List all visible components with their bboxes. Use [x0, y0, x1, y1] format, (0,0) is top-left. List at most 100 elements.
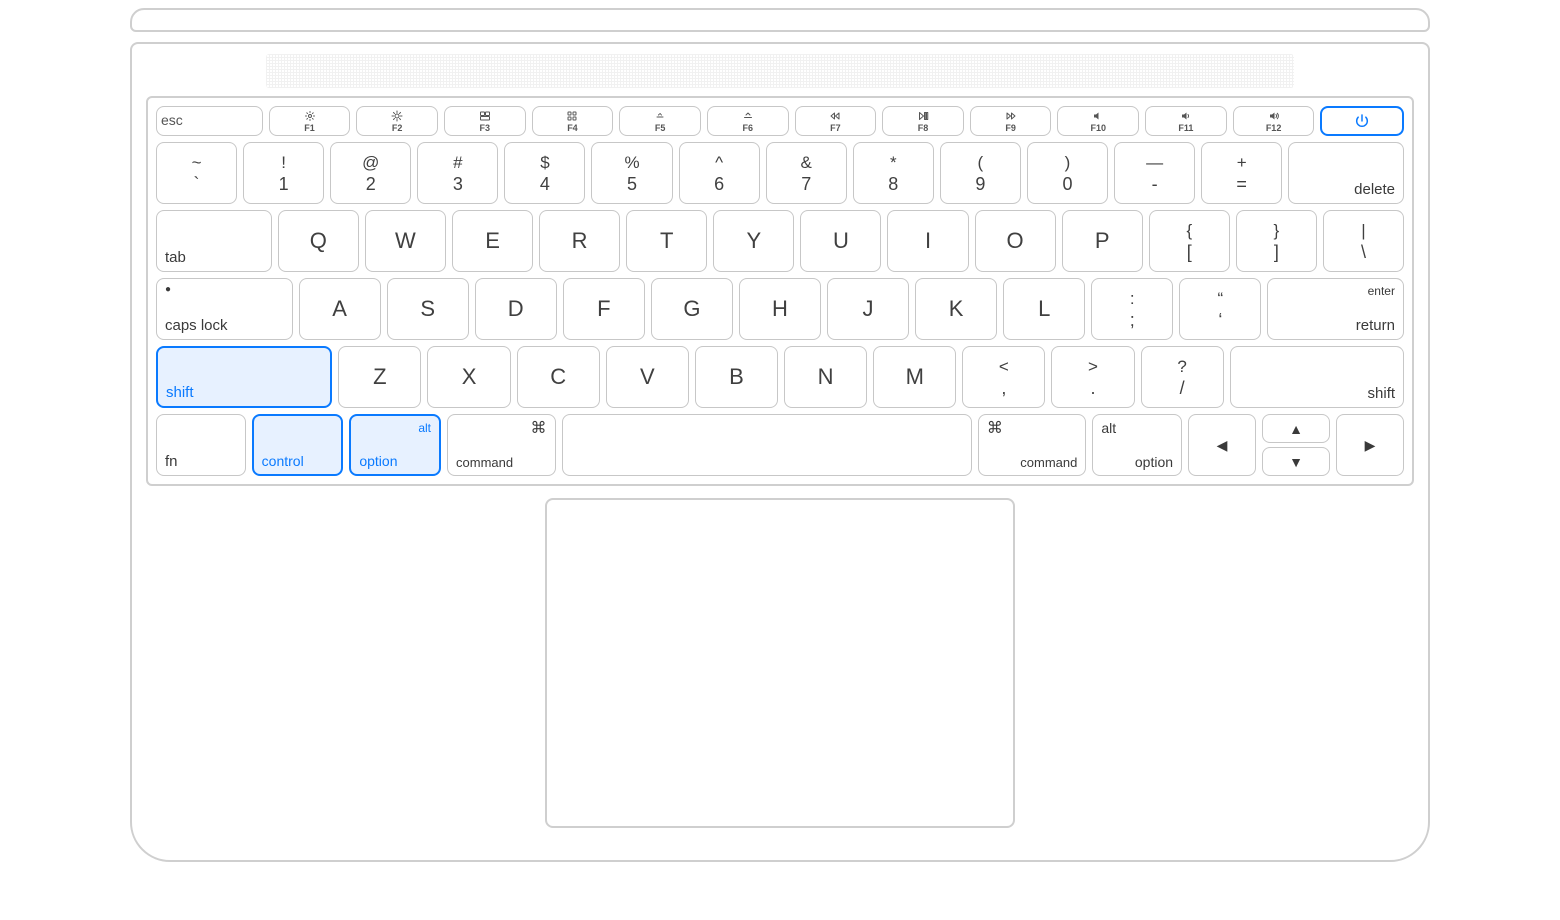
- f3-key[interactable]: F3: [444, 106, 526, 136]
- num-key-9[interactable]: (9: [940, 142, 1021, 204]
- shift-right-key[interactable]: shift: [1230, 346, 1404, 408]
- f10-key[interactable]: F10: [1057, 106, 1139, 136]
- key-r[interactable]: R: [539, 210, 620, 272]
- key-upper: #: [453, 154, 462, 171]
- key-f[interactable]: F: [563, 278, 645, 340]
- command-right-key[interactable]: ⌘ command: [978, 414, 1087, 476]
- f8-key[interactable]: F8: [882, 106, 964, 136]
- num-key-4[interactable]: $4: [504, 142, 585, 204]
- key-letter: D: [476, 279, 556, 339]
- punct4-key-2[interactable]: ?/: [1141, 346, 1224, 408]
- key-t[interactable]: T: [626, 210, 707, 272]
- key-k[interactable]: K: [915, 278, 997, 340]
- key-e[interactable]: E: [452, 210, 533, 272]
- control-left-key[interactable]: control: [252, 414, 344, 476]
- capslock-label: caps lock: [165, 318, 228, 333]
- key-a[interactable]: A: [299, 278, 381, 340]
- delete-key[interactable]: delete: [1288, 142, 1404, 204]
- key-o[interactable]: O: [975, 210, 1056, 272]
- key-g[interactable]: G: [651, 278, 733, 340]
- key-q[interactable]: Q: [278, 210, 359, 272]
- f5-key[interactable]: F5: [619, 106, 701, 136]
- power-key[interactable]: [1320, 106, 1404, 136]
- key-letter: V: [607, 347, 688, 407]
- num-key-10[interactable]: )0: [1027, 142, 1108, 204]
- key-y[interactable]: Y: [713, 210, 794, 272]
- fn-key[interactable]: fn: [156, 414, 246, 476]
- key-v[interactable]: V: [606, 346, 689, 408]
- arrow-right-key[interactable]: ▶: [1336, 414, 1404, 476]
- key-letter: O: [976, 211, 1055, 271]
- f9-key[interactable]: F9: [970, 106, 1052, 136]
- key-lower: /: [1180, 379, 1185, 397]
- f7-key[interactable]: F7: [795, 106, 877, 136]
- key-lower: 3: [453, 175, 463, 193]
- f2-key[interactable]: F2: [356, 106, 438, 136]
- trackpad[interactable]: [545, 498, 1015, 828]
- return-key[interactable]: enter return: [1267, 278, 1404, 340]
- punct4-key-1[interactable]: >.: [1051, 346, 1134, 408]
- f12-key[interactable]: F12: [1233, 106, 1315, 136]
- arrow-down-key[interactable]: ▼: [1262, 447, 1330, 476]
- key-m[interactable]: M: [873, 346, 956, 408]
- num-key-1[interactable]: !1: [243, 142, 324, 204]
- punct4-key-0[interactable]: <,: [962, 346, 1045, 408]
- bracket-key-1[interactable]: }]: [1236, 210, 1317, 272]
- key-h[interactable]: H: [739, 278, 821, 340]
- punct3-key-0[interactable]: :;: [1091, 278, 1173, 340]
- key-d[interactable]: D: [475, 278, 557, 340]
- f1-key[interactable]: F1: [269, 106, 351, 136]
- key-p[interactable]: P: [1062, 210, 1143, 272]
- key-n[interactable]: N: [784, 346, 867, 408]
- num-key-6[interactable]: ^6: [679, 142, 760, 204]
- keyboard-bright-icon: [741, 110, 755, 122]
- capslock-key[interactable]: ● caps lock: [156, 278, 293, 340]
- key-letter: T: [627, 211, 706, 271]
- command-left-key[interactable]: ⌘ command: [447, 414, 556, 476]
- arrow-left-key[interactable]: ◀: [1188, 414, 1256, 476]
- key-upper: +: [1237, 154, 1247, 171]
- spacebar-key[interactable]: [562, 414, 972, 476]
- key-upper: :: [1130, 290, 1135, 307]
- bracket-key-0[interactable]: {[: [1149, 210, 1230, 272]
- shift-left-key[interactable]: shift: [156, 346, 332, 408]
- arrow-up-key[interactable]: ▲: [1262, 414, 1330, 443]
- f4-key[interactable]: F4: [532, 106, 614, 136]
- key-b[interactable]: B: [695, 346, 778, 408]
- f11-key[interactable]: F11: [1145, 106, 1227, 136]
- zxcv-row: shift ZXCVBNM <,>.?/ shift: [156, 346, 1404, 408]
- key-l[interactable]: L: [1003, 278, 1085, 340]
- fkey-label: F5: [655, 124, 666, 133]
- fkey-label: F10: [1091, 124, 1107, 133]
- num-key-12[interactable]: +=: [1201, 142, 1282, 204]
- key-w[interactable]: W: [365, 210, 446, 272]
- key-lower: `: [194, 175, 200, 193]
- control-label: control: [262, 454, 304, 468]
- key-s[interactable]: S: [387, 278, 469, 340]
- laptop-diagram: esc F1F2F3F4F5F6F7F8F9F10F11F12 ~`!1@2#3…: [130, 8, 1430, 862]
- esc-key[interactable]: esc: [156, 106, 263, 136]
- key-x[interactable]: X: [427, 346, 510, 408]
- bracket-key-2[interactable]: |\: [1323, 210, 1404, 272]
- mute-icon: [1091, 110, 1105, 122]
- option-left-key[interactable]: alt option: [349, 414, 441, 476]
- command-right-label: command: [1020, 456, 1077, 469]
- num-key-5[interactable]: %5: [591, 142, 672, 204]
- option-right-label: option: [1135, 455, 1173, 469]
- option-right-key[interactable]: alt option: [1092, 414, 1182, 476]
- f6-key[interactable]: F6: [707, 106, 789, 136]
- num-key-3[interactable]: #3: [417, 142, 498, 204]
- fkey-label: F11: [1178, 124, 1193, 133]
- num-key-7[interactable]: &7: [766, 142, 847, 204]
- key-u[interactable]: U: [800, 210, 881, 272]
- num-key-11[interactable]: —-: [1114, 142, 1195, 204]
- key-i[interactable]: I: [887, 210, 968, 272]
- key-z[interactable]: Z: [338, 346, 421, 408]
- num-key-2[interactable]: @2: [330, 142, 411, 204]
- punct3-key-1[interactable]: “‘: [1179, 278, 1261, 340]
- key-j[interactable]: J: [827, 278, 909, 340]
- num-key-0[interactable]: ~`: [156, 142, 237, 204]
- num-key-8[interactable]: *8: [853, 142, 934, 204]
- key-c[interactable]: C: [517, 346, 600, 408]
- tab-key[interactable]: tab: [156, 210, 272, 272]
